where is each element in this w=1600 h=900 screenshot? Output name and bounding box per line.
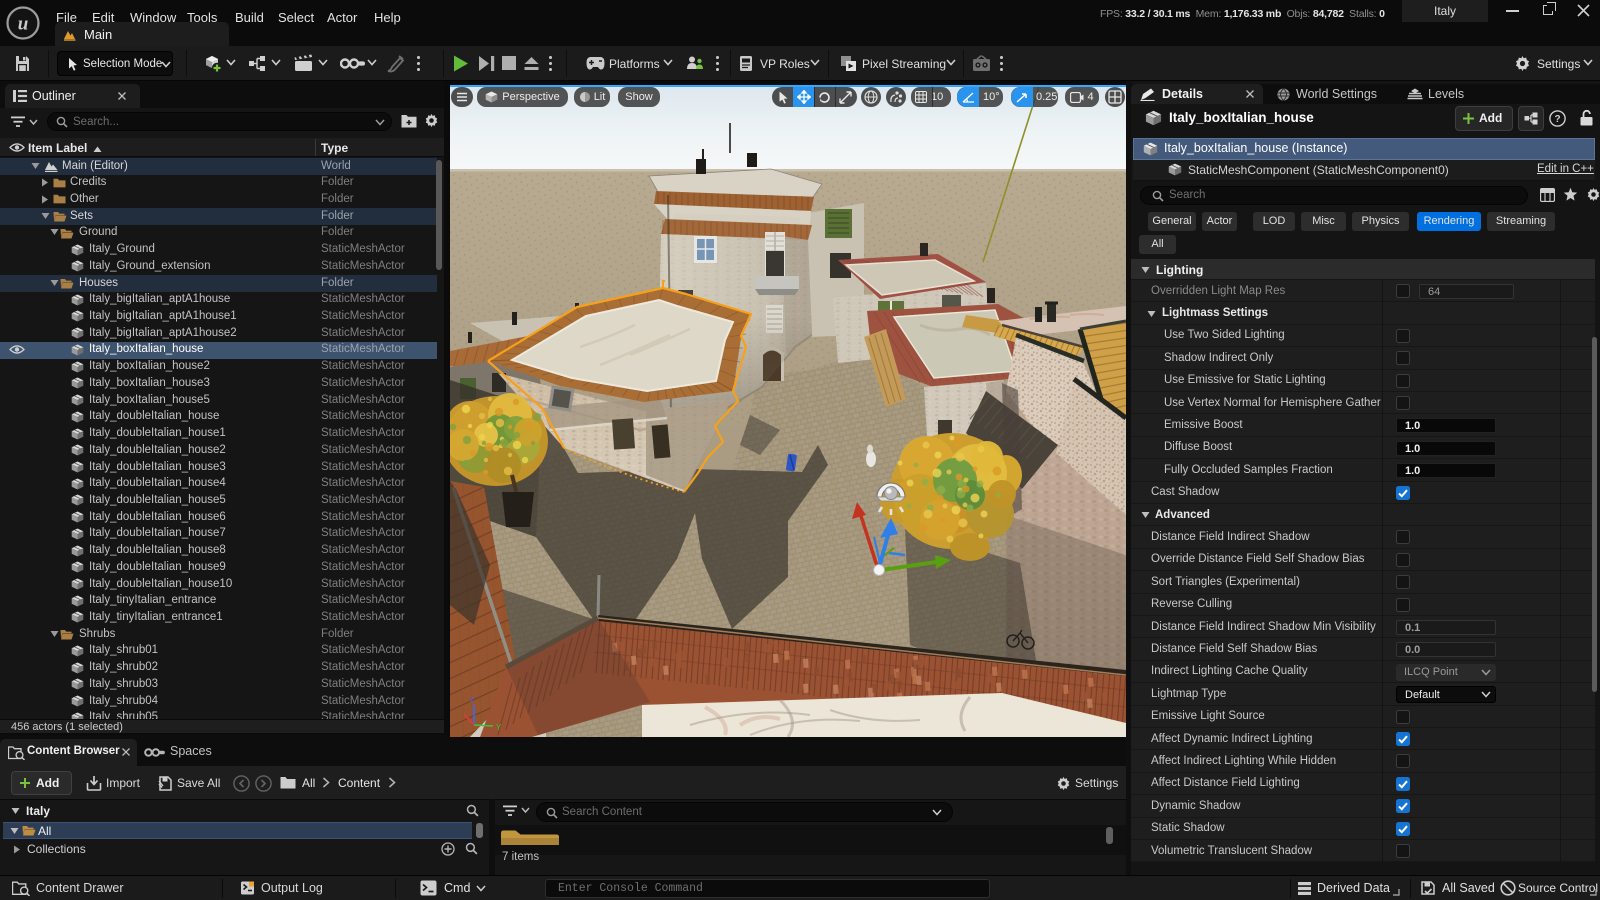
svg-text:z: z [470, 695, 474, 704]
svg-text:u: u [18, 14, 29, 35]
svg-text:?: ? [1554, 114, 1560, 125]
svg-text:Y: Y [496, 723, 502, 732]
